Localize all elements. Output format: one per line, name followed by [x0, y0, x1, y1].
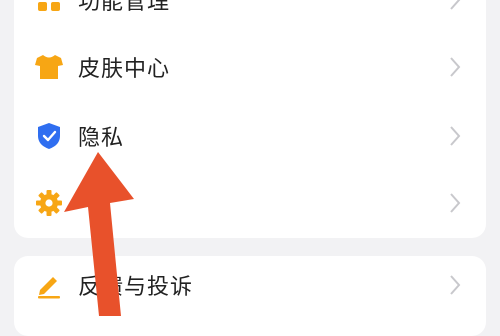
- chevron-right-icon: [450, 57, 461, 77]
- shield-check-icon: [34, 121, 64, 151]
- settings-item-privacy[interactable]: 隐私: [14, 103, 486, 169]
- settings-item-label: 功能管理: [78, 0, 171, 15]
- settings-item-skin-center[interactable]: 皮肤中心: [14, 34, 486, 100]
- feedback-label: 反馈与投诉: [78, 275, 194, 300]
- settings-item-feedback[interactable]: 反馈与投诉: [14, 252, 486, 318]
- settings-item-label: 隐私: [78, 126, 125, 151]
- tshirt-icon: [34, 52, 64, 82]
- chevron-right-icon: [450, 0, 461, 10]
- chevron-right-icon: [450, 126, 461, 146]
- chevron-right-icon: [450, 193, 461, 213]
- settings-item-settings[interactable]: [14, 170, 486, 236]
- settings-card: 功能管理 皮肤中心 隐私: [14, 0, 486, 238]
- feedback-card: 反馈与投诉: [14, 256, 486, 336]
- pencil-icon: [34, 270, 64, 300]
- grid-icon: [34, 0, 64, 15]
- chevron-right-icon: [450, 275, 461, 295]
- settings-item-function-management[interactable]: 功能管理: [14, 0, 486, 33]
- settings-item-label: 皮肤中心: [78, 57, 171, 82]
- gear-icon: [34, 188, 64, 218]
